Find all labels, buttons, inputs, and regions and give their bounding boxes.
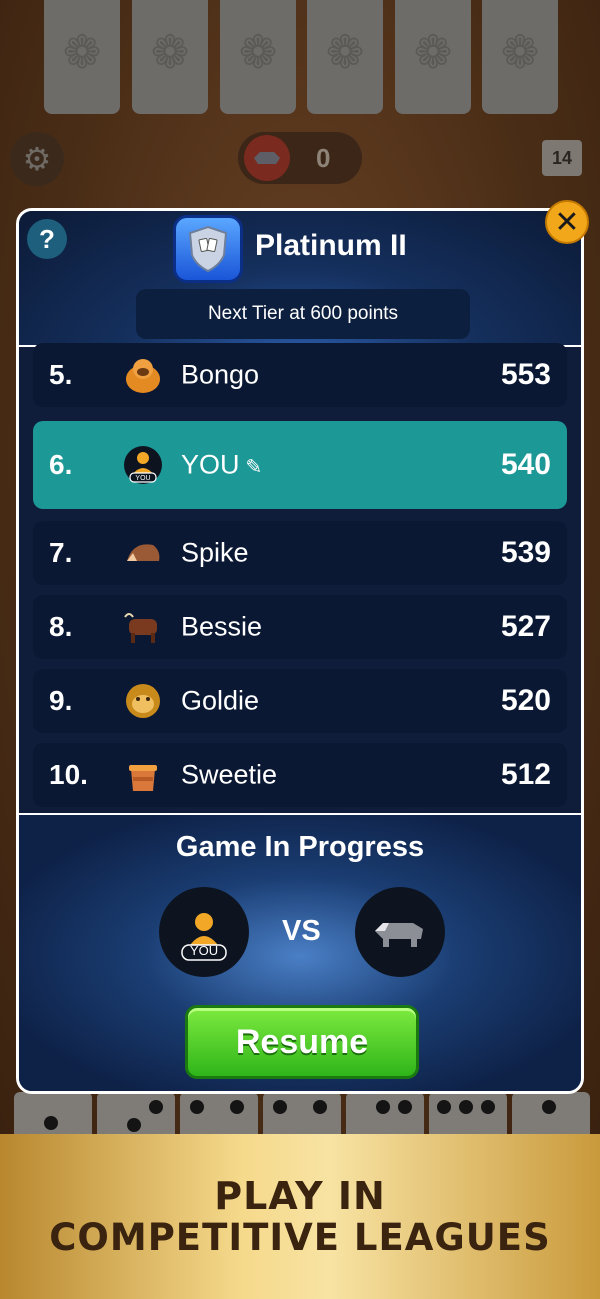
row-points: 520 bbox=[500, 684, 551, 717]
row-points: 540 bbox=[500, 448, 551, 481]
league-modal: ? Platinum II Next Tier at 600 points 5.… bbox=[16, 208, 584, 1094]
row-rank: 8. bbox=[49, 611, 73, 642]
row-name: Sweetie bbox=[181, 759, 278, 790]
card-back-icon: ❁ bbox=[62, 25, 102, 79]
card-back-icon: ❁ bbox=[325, 25, 365, 79]
card-back-icon: ❁ bbox=[238, 25, 278, 79]
leaderboard-list[interactable]: 5. Bongo 553 6. YOU YOU ✎ 540 7. Spike 53… bbox=[19, 343, 581, 811]
player-avatar-icon: YOU bbox=[124, 446, 162, 484]
row-rank: 6. bbox=[49, 449, 73, 480]
badger-icon bbox=[244, 135, 290, 181]
help-button[interactable]: ? bbox=[27, 219, 67, 259]
game-in-progress-title: Game In Progress bbox=[175, 831, 425, 863]
row-rank: 9. bbox=[49, 685, 73, 716]
boneyard-count[interactable]: 14 bbox=[542, 140, 582, 176]
leaderboard-row-me: 6. YOU YOU ✎ 540 bbox=[33, 421, 567, 509]
row-rank: 10. bbox=[49, 759, 88, 790]
gear-icon: ⚙ bbox=[22, 140, 52, 178]
opponent-card: ❁ bbox=[307, 0, 383, 114]
row-rank: 5. bbox=[49, 359, 73, 390]
opponent-score-pill: 0 bbox=[238, 132, 362, 184]
opponent-card: ❁ bbox=[395, 0, 471, 114]
settings-button[interactable]: ⚙ bbox=[10, 132, 64, 186]
bull-icon bbox=[124, 613, 157, 643]
row-points: 539 bbox=[500, 536, 551, 569]
tier-name: Platinum II bbox=[255, 229, 407, 262]
row-name-wrap: YOU ✎ bbox=[181, 450, 262, 481]
leaderboard-row: 9. Goldie 520 bbox=[33, 669, 567, 733]
leaderboard-row: 5. Bongo 553 bbox=[33, 343, 567, 407]
leaderboard-row: 10. Sweetie 512 bbox=[33, 743, 567, 807]
promo-headline-line1: PLAY IN bbox=[214, 1173, 386, 1218]
card-back-icon: ❁ bbox=[413, 25, 453, 79]
modal-header: ? Platinum II Next Tier at 600 points bbox=[19, 211, 581, 347]
close-button[interactable]: ✕ bbox=[545, 200, 589, 244]
row-name: Goldie bbox=[181, 685, 260, 716]
row-rank: 7. bbox=[49, 537, 73, 568]
resume-button[interactable]: Resume bbox=[185, 1005, 419, 1079]
opponent-card: ❁ bbox=[482, 0, 558, 114]
opponent-score: 0 bbox=[316, 142, 331, 173]
row-points: 553 bbox=[500, 358, 551, 391]
svg-text:YOU: YOU bbox=[135, 475, 150, 482]
promo-banner: PLAY IN COMPETITIVE LEAGUES bbox=[0, 1134, 600, 1299]
tier-badge-icon bbox=[173, 215, 243, 283]
row-points: 512 bbox=[500, 758, 551, 791]
orangutan-icon bbox=[126, 359, 160, 393]
opponent-card: ❁ bbox=[44, 0, 120, 114]
my-avatar: YOU bbox=[159, 887, 249, 977]
row-name: YOU bbox=[181, 449, 240, 480]
hedgehog-icon bbox=[127, 544, 160, 561]
card-back-icon: ❁ bbox=[150, 25, 190, 79]
honey-pot-icon bbox=[129, 765, 157, 791]
opponent-avatar bbox=[355, 887, 445, 977]
row-name: Bessie bbox=[181, 611, 263, 642]
monkey-icon bbox=[126, 684, 160, 718]
badger-icon bbox=[375, 923, 423, 947]
leaderboard-row: 7. Spike 539 bbox=[33, 521, 567, 585]
row-name: Bongo bbox=[181, 359, 260, 390]
you-label: YOU bbox=[189, 943, 219, 958]
row-name: Spike bbox=[181, 537, 249, 568]
vs-label: VS bbox=[282, 915, 321, 947]
promo-headline-line2: COMPETITIVE LEAGUES bbox=[49, 1216, 551, 1260]
row-points: 527 bbox=[500, 610, 551, 643]
close-icon: ✕ bbox=[554, 204, 580, 240]
card-back-icon: ❁ bbox=[500, 25, 540, 79]
leaderboard-row: 8. Bessie 527 bbox=[33, 595, 567, 659]
opponent-card: ❁ bbox=[132, 0, 208, 114]
next-tier-label: Next Tier at 600 points bbox=[136, 289, 470, 339]
game-in-progress-section: Game In Progress YOU VS Resume bbox=[19, 813, 581, 1091]
opponent-card: ❁ bbox=[220, 0, 296, 114]
edit-name-icon[interactable]: ✎ bbox=[246, 455, 263, 479]
